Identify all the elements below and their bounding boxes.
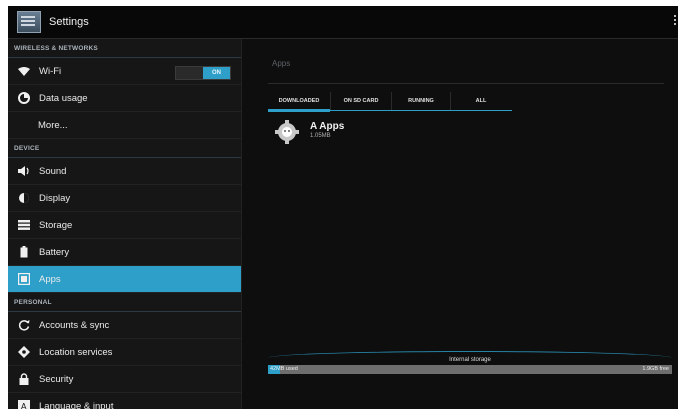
sidebar-item-location-services[interactable]: Location services [8, 339, 241, 366]
storage-used-text: 42MB used [270, 366, 298, 372]
storage-free-text: 1.9GB free [642, 366, 669, 372]
language-icon: A [17, 399, 31, 409]
sound-icon [17, 164, 31, 178]
sync-icon [17, 318, 31, 332]
title-divider [268, 83, 664, 84]
location-icon [17, 345, 31, 359]
sidebar-item-label: Wi-Fi [39, 65, 62, 77]
apps-panel: Apps DOWNLOADED ON SD CARD RUNNING ALL A… [242, 39, 678, 409]
sidebar-item-battery[interactable]: Battery [8, 239, 241, 266]
sidebar-item-data-usage[interactable]: Data usage [8, 85, 241, 112]
section-header-device: DEVICE [8, 139, 241, 158]
display-icon [17, 191, 31, 205]
settings-icon[interactable] [17, 11, 41, 33]
tab-running[interactable]: RUNNING [392, 92, 451, 110]
sidebar-item-sound[interactable]: Sound [8, 158, 241, 185]
overflow-menu-icon[interactable] [674, 15, 676, 17]
app-size: 1.05MB [310, 133, 331, 139]
tab-on-sd-card[interactable]: ON SD CARD [331, 92, 392, 110]
internal-storage-bar: Internal storage 42MB used 1.9GB free [268, 351, 672, 377]
storage-icon [17, 218, 31, 232]
storage-label: Internal storage [449, 357, 491, 363]
wifi-icon [17, 64, 31, 78]
sidebar-item-label: Battery [39, 246, 70, 258]
sidebar-item-label: Security [39, 373, 74, 385]
sidebar-item-label: Language & input [39, 400, 114, 409]
svg-text:A: A [21, 402, 27, 409]
sidebar-item-language-input[interactable]: A Language & input [8, 393, 241, 409]
settings-sidebar: WIRELESS & NETWORKS Wi-Fi ON Data usage … [8, 39, 242, 409]
sidebar-item-label: Display [39, 192, 71, 204]
app-text: A Apps 1.05MB [310, 119, 344, 139]
sidebar-item-accounts-sync[interactable]: Accounts & sync [8, 312, 241, 339]
lock-icon [17, 372, 31, 386]
sidebar-item-label: More... [38, 119, 68, 131]
section-header-personal: PERSONAL [8, 293, 241, 312]
sidebar-item-label: Storage [39, 219, 73, 231]
tab-downloaded[interactable]: DOWNLOADED [268, 92, 331, 110]
tab-selected-indicator [268, 109, 330, 112]
apps-tabs: DOWNLOADED ON SD CARD RUNNING ALL [268, 92, 512, 110]
sidebar-item-display[interactable]: Display [8, 185, 241, 212]
sidebar-item-more[interactable]: More... [8, 112, 241, 139]
sidebar-item-label: Data usage [39, 92, 88, 104]
sidebar-item-label: Accounts & sync [39, 319, 110, 331]
sidebar-item-label: Location services [39, 346, 113, 358]
sidebar-item-storage[interactable]: Storage [8, 212, 241, 239]
list-item[interactable]: A Apps 1.05MB [274, 119, 344, 145]
page-title: Apps [272, 59, 291, 68]
data-usage-icon [17, 91, 31, 105]
storage-progress: 42MB used 1.9GB free [268, 365, 672, 374]
app-name: A Apps [310, 121, 345, 132]
sidebar-item-label: Sound [39, 165, 67, 177]
sidebar-item-security[interactable]: Security [8, 366, 241, 393]
apps-icon [17, 272, 31, 286]
tab-all[interactable]: ALL [451, 92, 511, 110]
app-title: Settings [49, 16, 89, 28]
android-app-icon [274, 119, 300, 145]
battery-icon [17, 245, 31, 259]
toggle-on-label: ON [203, 67, 230, 79]
wifi-toggle[interactable]: ON [175, 66, 231, 80]
sidebar-item-apps[interactable]: Apps [8, 266, 241, 293]
action-bar: Settings [8, 6, 678, 39]
settings-screen: Settings WIRELESS & NETWORKS Wi-Fi ON Da… [8, 6, 678, 409]
section-header-wireless: WIRELESS & NETWORKS [8, 39, 241, 58]
sidebar-item-label: Apps [39, 273, 61, 285]
sidebar-item-wifi[interactable]: Wi-Fi ON [8, 58, 241, 85]
